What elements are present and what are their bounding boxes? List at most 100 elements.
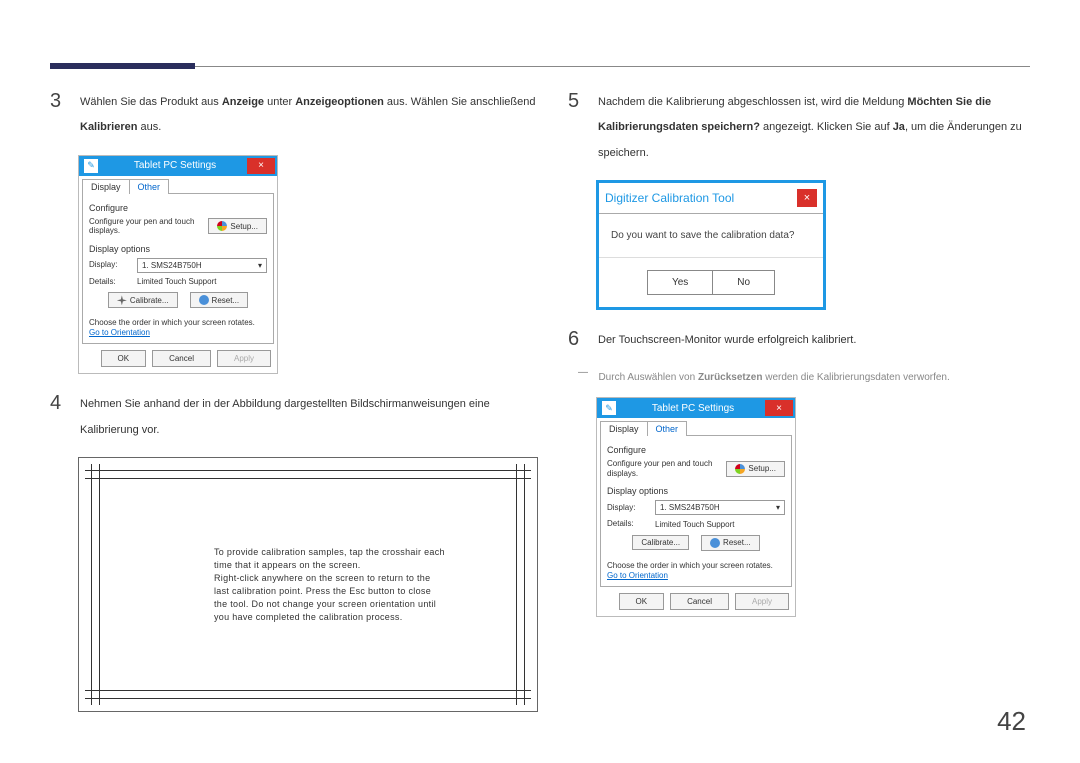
window-title: Tablet PC Settings (103, 160, 247, 171)
details-label: Details: (607, 519, 655, 529)
configure-label: Configure your pen and touch displays. (89, 217, 208, 236)
t: aus. (137, 121, 161, 133)
ok-button[interactable]: OK (101, 350, 147, 367)
reset-button[interactable]: Reset... (701, 535, 760, 551)
tab-other[interactable]: Other (129, 179, 170, 194)
display-select[interactable]: 1. SMS24B750H ▾ (137, 258, 267, 273)
configure-label: Configure your pen and touch displays. (607, 459, 726, 478)
lbl: Calibrate... (641, 538, 680, 547)
step-6: 6 Der Touchscreen-Monitor wurde erfolgre… (568, 328, 1030, 353)
dialog-body: Do you want to save the calibration data… (599, 213, 823, 258)
calibrate-button[interactable]: Calibrate... (108, 292, 178, 308)
calibrate-icon (117, 295, 127, 305)
l: time that it appears on the screen. (214, 559, 504, 572)
calibration-screen: To provide calibration samples, tap the … (78, 457, 538, 712)
display-label: Display: (607, 503, 655, 513)
l: Right-click anywhere on the screen to re… (214, 572, 504, 585)
display-options-heading: Display options (607, 486, 785, 496)
step6-text: Der Touchscreen-Monitor wurde erfolgreic… (598, 328, 856, 353)
setup-button[interactable]: Setup... (726, 461, 785, 477)
calibration-instructions: To provide calibration samples, tap the … (214, 546, 504, 624)
digitizer-dialog: Digitizer Calibration Tool × Do you want… (596, 180, 826, 310)
calibrate-button[interactable]: Calibrate... (632, 535, 689, 550)
t: Kalibrieren (80, 121, 137, 133)
l: the tool. Do not change your screen orie… (214, 598, 504, 611)
t: Zurücksetzen (698, 372, 762, 383)
t: unter (264, 96, 295, 108)
step5-number: 5 (568, 90, 586, 166)
display-options-heading: Display options (89, 244, 267, 254)
details-value: Limited Touch Support (137, 277, 216, 286)
t: Nachdem die Kalibrierung abgeschlossen i… (598, 96, 907, 108)
t: Anzeige (222, 96, 264, 108)
cancel-button[interactable]: Cancel (670, 593, 729, 610)
reset-icon (199, 295, 209, 305)
tab-other[interactable]: Other (647, 421, 688, 436)
tablet-pc-settings-window-b: ✎ Tablet PC Settings × Display Other Con… (596, 397, 796, 617)
setup-icon (735, 464, 745, 474)
t: Wählen Sie das Produkt aus (80, 96, 222, 108)
step-4: 4 Nehmen Sie anhand der in der Abbildung… (50, 392, 538, 443)
lbl: Setup... (748, 464, 776, 473)
lbl: Setup... (230, 222, 258, 231)
t: angezeigt. Klicken Sie auf (760, 121, 893, 133)
page-number: 42 (997, 706, 1026, 737)
lbl: Reset... (723, 538, 751, 547)
close-icon[interactable]: × (247, 158, 275, 174)
orientation-link[interactable]: Go to Orientation (89, 328, 150, 337)
tab-display[interactable]: Display (82, 179, 130, 194)
l: you have completed the calibration proce… (214, 611, 504, 624)
val: 1. SMS24B750H (142, 261, 202, 270)
reset-icon (710, 538, 720, 548)
reset-button[interactable]: Reset... (190, 292, 249, 308)
chevron-down-icon: ▾ (258, 261, 262, 270)
chevron-down-icon: ▾ (776, 503, 780, 512)
details-label: Details: (89, 277, 137, 287)
step-5: 5 Nachdem die Kalibrierung abgeschlossen… (568, 90, 1030, 166)
display-select[interactable]: 1. SMS24B750H▾ (655, 500, 785, 515)
l: last calibration point. Press the Esc bu… (214, 585, 504, 598)
l: To provide calibration samples, tap the … (214, 546, 504, 559)
close-icon[interactable]: × (765, 400, 793, 416)
note-dash: ― (578, 367, 588, 378)
apply-button: Apply (735, 593, 789, 610)
ok-button[interactable]: OK (619, 593, 665, 610)
left-column: 3 Wählen Sie das Produkt aus Anzeige unt… (50, 90, 538, 712)
setup-button[interactable]: Setup... (208, 218, 267, 234)
tab-display[interactable]: Display (600, 421, 648, 436)
step6-number: 6 (568, 328, 586, 353)
step4-text: Nehmen Sie anhand der in der Abbildung d… (80, 392, 538, 443)
setup-icon (217, 221, 227, 231)
configure-heading: Configure (607, 445, 785, 455)
step4-number: 4 (50, 392, 68, 443)
step5-text: Nachdem die Kalibrierung abgeschlossen i… (598, 90, 1030, 166)
window-title: Tablet PC Settings (621, 403, 765, 414)
note-text: Durch Auswählen von Zurücksetzen werden … (598, 372, 949, 383)
titlebar[interactable]: ✎ Tablet PC Settings × (79, 156, 277, 176)
t: werden die Kalibrierungsdaten verworfen. (762, 372, 949, 383)
t: Anzeigeoptionen (295, 96, 384, 108)
t: aus. Wählen Sie anschließend (384, 96, 536, 108)
titlebar[interactable]: ✎ Tablet PC Settings × (597, 398, 795, 418)
lbl: Calibrate... (130, 296, 169, 305)
order-text: Choose the order in which your screen ro… (607, 561, 785, 570)
tablet-pc-settings-window-a: ✎ Tablet PC Settings × Display Other Con… (78, 155, 278, 375)
display-label: Display: (89, 260, 137, 270)
close-icon[interactable]: × (797, 189, 817, 207)
yes-button[interactable]: Yes (647, 270, 712, 295)
tab-body: Configure Configure your pen and touch d… (600, 435, 792, 587)
lbl: Reset... (212, 296, 240, 305)
orientation-link[interactable]: Go to Orientation (607, 571, 668, 580)
app-icon: ✎ (602, 401, 616, 415)
tab-body: Configure Configure your pen and touch d… (82, 193, 274, 345)
header-rule (50, 66, 1030, 67)
step-3: 3 Wählen Sie das Produkt aus Anzeige unt… (50, 90, 538, 141)
step3-number: 3 (50, 90, 68, 141)
no-button[interactable]: No (712, 270, 775, 295)
cancel-button[interactable]: Cancel (152, 350, 211, 367)
t: Durch Auswählen von (598, 372, 698, 383)
details-value: Limited Touch Support (655, 520, 734, 529)
note: ― Durch Auswählen von Zurücksetzen werde… (578, 367, 1030, 387)
right-column: 5 Nachdem die Kalibrierung abgeschlossen… (568, 90, 1030, 712)
dialog-title: Digitizer Calibration Tool (605, 191, 797, 205)
